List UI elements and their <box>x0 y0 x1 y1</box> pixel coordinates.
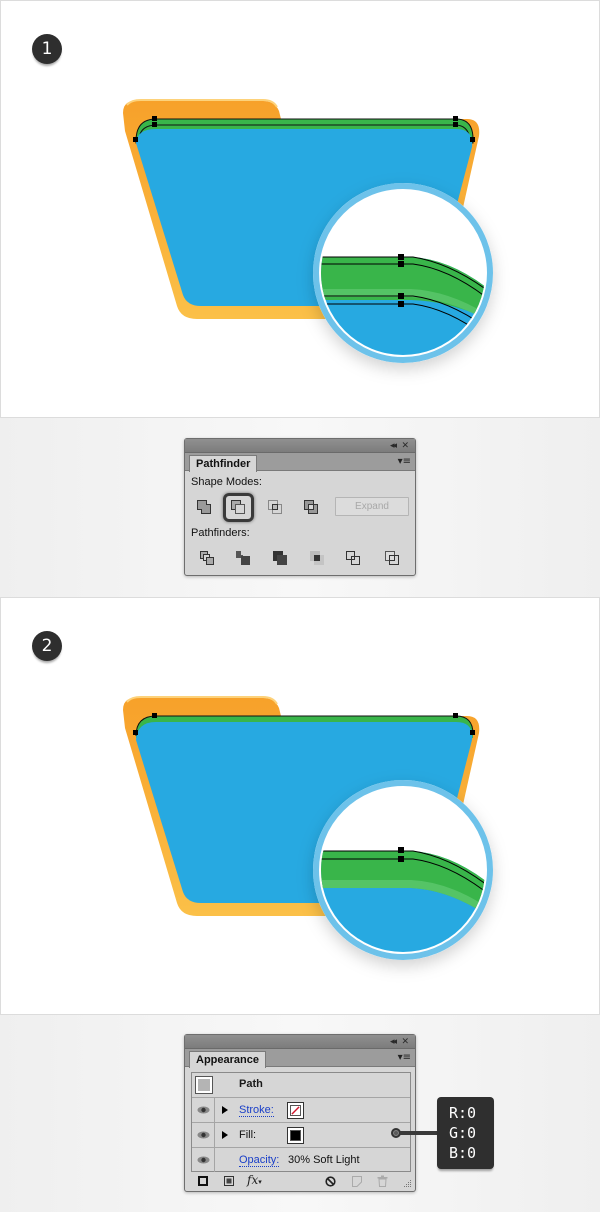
tab-row: Pathfinder ▾≡ <box>185 453 415 472</box>
stroke-label[interactable]: Stroke: <box>239 1104 274 1117</box>
duplicate-item-icon[interactable] <box>352 1176 362 1187</box>
none-swatch-icon <box>291 1106 300 1115</box>
stroke-row[interactable]: Stroke: <box>192 1098 410 1123</box>
pathfinder-panel: ◂◂ ✕ Pathfinder ▾≡ Shape Modes: Expand P… <box>184 438 416 576</box>
close-icon[interactable]: ✕ <box>401 439 409 453</box>
rgb-red-value: R:0 <box>449 1104 477 1122</box>
add-new-stroke-icon[interactable] <box>198 1176 208 1186</box>
tab-pathfinder[interactable]: Pathfinder <box>189 455 258 472</box>
pathfinders-label: Pathfinders: <box>191 527 250 539</box>
clear-appearance-icon[interactable] <box>325 1176 336 1187</box>
folder-illustration <box>123 99 493 363</box>
expand-triangle-icon[interactable] <box>222 1106 228 1114</box>
expand-triangle-icon[interactable] <box>222 1131 228 1139</box>
intersect-icon[interactable] <box>267 499 283 515</box>
exclude-icon[interactable] <box>303 499 319 515</box>
stroke-swatch[interactable] <box>287 1102 304 1119</box>
path-row[interactable]: Path <box>192 1073 410 1098</box>
minus-front-icon[interactable] <box>230 499 246 515</box>
tab-row: Appearance ▾≡ <box>185 1049 415 1068</box>
delete-item-icon[interactable] <box>377 1175 388 1187</box>
resize-grip-icon[interactable] <box>404 1180 412 1188</box>
shape-modes-label: Shape Modes: <box>191 476 262 488</box>
visibility-eye-icon[interactable] <box>197 1106 210 1114</box>
outline-icon[interactable] <box>345 550 361 566</box>
opacity-label[interactable]: Opacity: <box>239 1154 280 1167</box>
panel-title-bar[interactable]: ◂◂ ✕ <box>185 439 415 453</box>
visibility-eye-icon[interactable] <box>197 1131 210 1139</box>
minus-back-icon[interactable] <box>384 550 400 566</box>
opacity-row[interactable]: Opacity: 30% Soft Light <box>192 1148 410 1173</box>
fill-swatch[interactable] <box>287 1127 304 1144</box>
collapse-icon[interactable]: ◂◂ <box>390 439 397 453</box>
appearance-list: Path Stroke: Fill: Opacity: 30% Soft Lig… <box>191 1072 411 1172</box>
unite-icon[interactable] <box>196 499 212 515</box>
folder-illustration <box>123 696 493 960</box>
close-icon[interactable]: ✕ <box>401 1035 409 1049</box>
trim-icon[interactable] <box>235 550 251 566</box>
fx-icon[interactable]: fx▾ <box>247 1173 262 1187</box>
visibility-eye-icon[interactable] <box>197 1156 210 1164</box>
path-thumbnail <box>195 1076 213 1094</box>
crop-icon[interactable] <box>309 550 325 566</box>
step-1-canvas: 1 <box>0 0 600 418</box>
step-2-canvas: 2 <box>0 597 600 1015</box>
fill-row[interactable]: Fill: <box>192 1123 410 1148</box>
callout-connector-line <box>400 1131 437 1135</box>
panel-menu-icon[interactable]: ▾≡ <box>398 1051 411 1065</box>
appearance-footer: fx▾ <box>185 1172 415 1191</box>
rgb-blue-value: B:0 <box>449 1144 477 1162</box>
path-label: Path <box>239 1078 263 1090</box>
appearance-panel: ◂◂ ✕ Appearance ▾≡ Path Stroke: Fill: Op… <box>184 1034 416 1192</box>
rgb-green-value: G:0 <box>449 1124 477 1142</box>
fill-label: Fill: <box>239 1129 257 1141</box>
expand-button[interactable]: Expand <box>335 497 409 516</box>
opacity-value: 30% Soft Light <box>288 1154 360 1166</box>
add-new-fill-icon[interactable] <box>224 1176 234 1186</box>
merge-icon[interactable] <box>272 550 288 566</box>
tab-appearance[interactable]: Appearance <box>189 1051 266 1068</box>
panel-title-bar[interactable]: ◂◂ ✕ <box>185 1035 415 1049</box>
rgb-callout: R:0 G:0 B:0 <box>437 1097 494 1169</box>
panel-menu-icon[interactable]: ▾≡ <box>398 455 411 469</box>
divide-icon[interactable] <box>199 550 215 566</box>
collapse-icon[interactable]: ◂◂ <box>390 1035 397 1049</box>
